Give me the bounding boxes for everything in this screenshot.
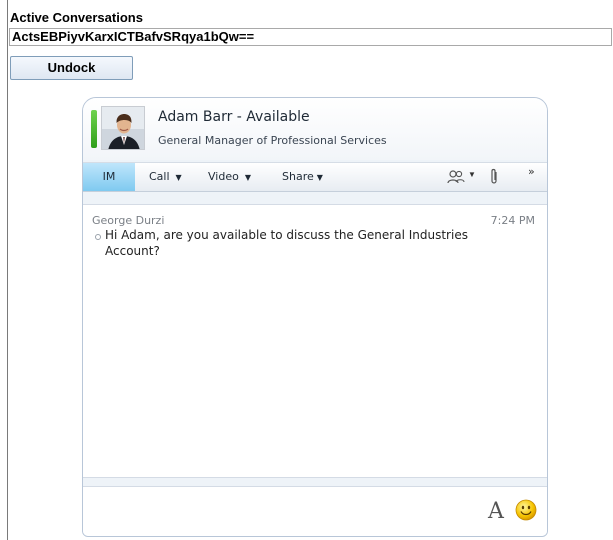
tab-share[interactable]: Share ▼ (282, 163, 323, 191)
conversation-window: Adam Barr - Available General Manager of… (82, 97, 548, 537)
tab-call-label: Call (149, 170, 170, 183)
message-bullet-icon (95, 234, 101, 240)
avatar[interactable] (101, 106, 145, 150)
emoticon-icon[interactable] (515, 499, 537, 521)
font-icon[interactable]: A (488, 499, 504, 524)
message-input[interactable]: A (83, 486, 547, 536)
chevron-down-icon[interactable]: ▼ (468, 170, 476, 179)
contact-header: Adam Barr - Available General Manager of… (83, 98, 547, 160)
message-sender: George Durzi (92, 214, 165, 227)
tab-video-label: Video (208, 170, 239, 183)
people-icon[interactable] (447, 169, 465, 185)
message-text: Hi Adam, are you available to discuss th… (105, 228, 468, 258)
avatar-image (102, 107, 144, 149)
chevron-down-icon: ▼ (244, 173, 251, 182)
left-border-rule (7, 0, 8, 540)
chevron-down-icon: ▼ (175, 173, 182, 182)
undock-button[interactable]: Undock (10, 56, 133, 80)
conversation-toolbar: IM Call ▼ Video ▼ Share ▼ ▼ » (83, 162, 547, 192)
contact-job-title: General Manager of Professional Services (158, 134, 387, 147)
more-icon[interactable]: » (528, 165, 535, 178)
message-time: 7:24 PM (490, 214, 535, 227)
tab-im-label: IM (102, 170, 116, 183)
chevron-down-icon: ▼ (316, 173, 323, 182)
tab-share-label: Share (282, 170, 314, 183)
conversation-id-field[interactable]: ActsEBPiyvKarxICTBafvSRqya1bQw== (9, 28, 612, 46)
page-title: Active Conversations (10, 10, 143, 25)
tab-call[interactable]: Call ▼ (149, 163, 182, 191)
paperclip-icon[interactable] (488, 168, 500, 186)
tab-im[interactable]: IM (83, 163, 135, 191)
presence-indicator (91, 110, 97, 148)
contact-name[interactable]: Adam Barr - Available (158, 109, 310, 125)
conversation-history: George Durzi 7:24 PM Hi Adam, are you av… (83, 204, 547, 478)
tab-video[interactable]: Video ▼ (208, 163, 251, 191)
